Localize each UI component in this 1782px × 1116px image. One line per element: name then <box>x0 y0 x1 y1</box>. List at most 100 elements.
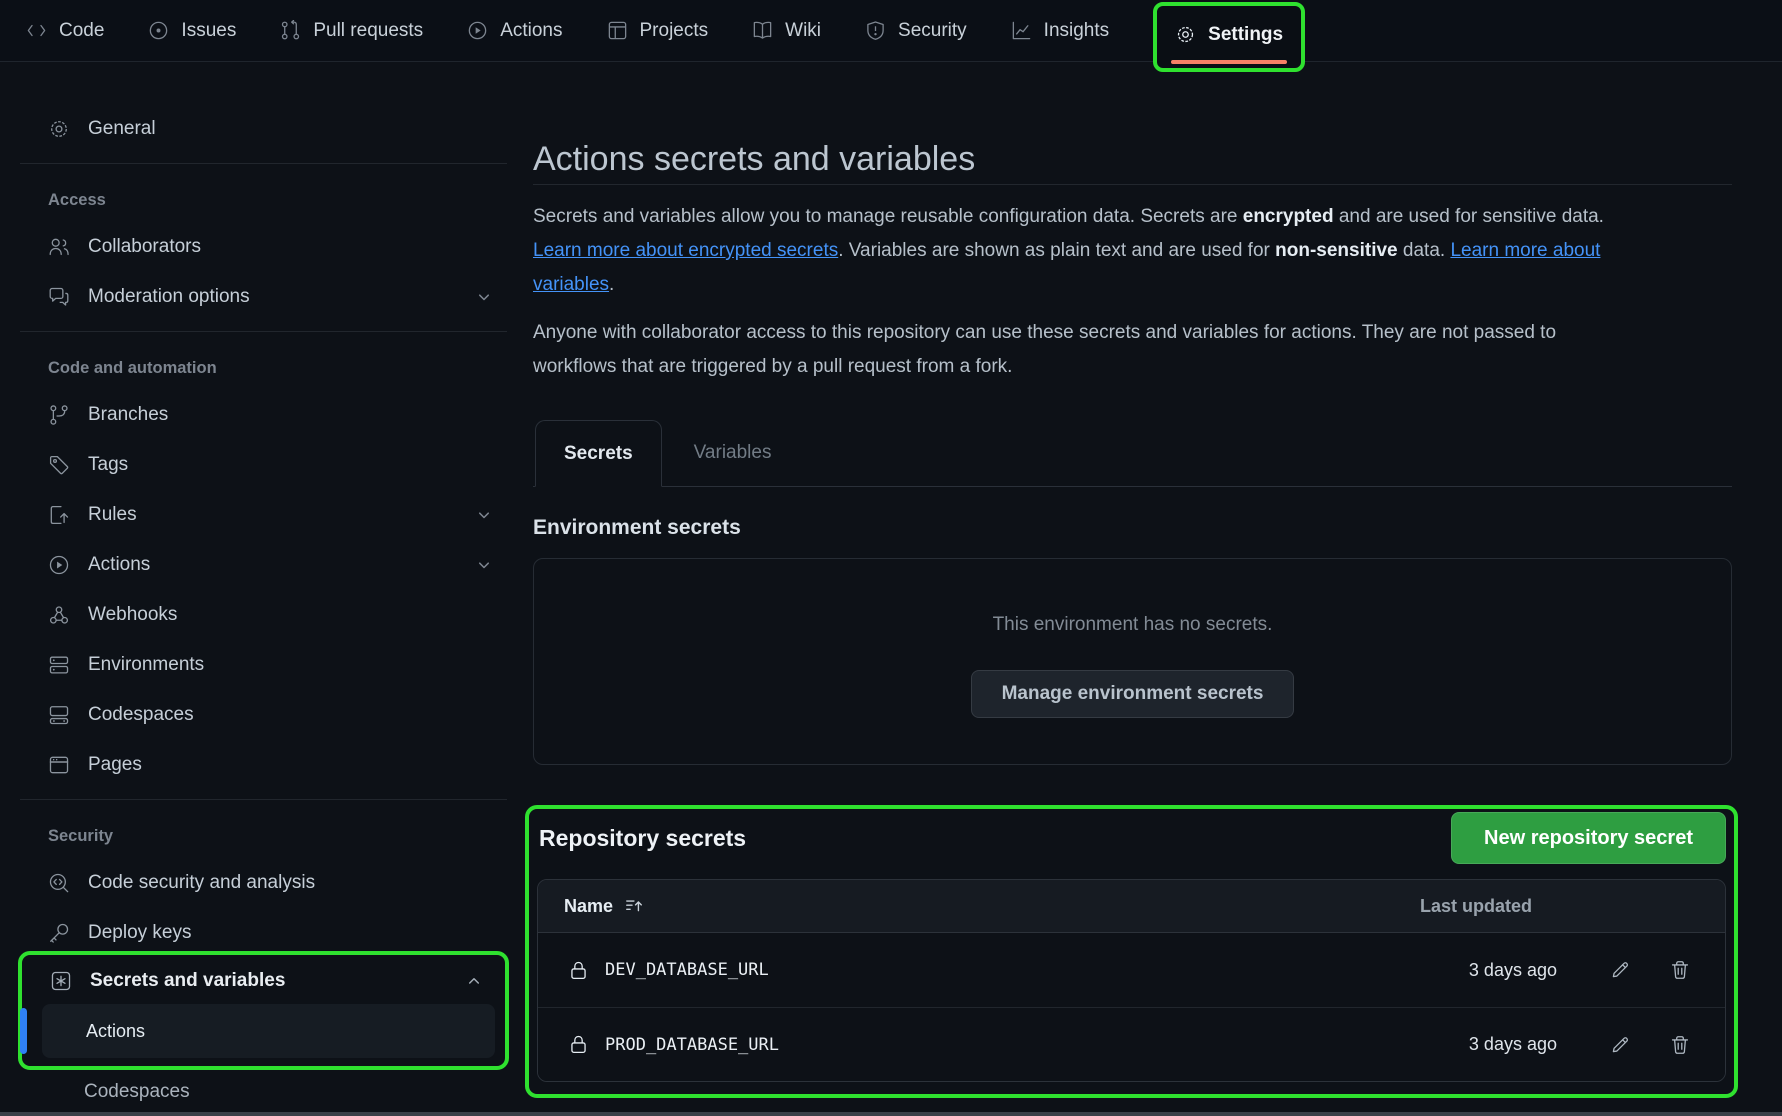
play-icon <box>48 554 70 576</box>
secret-name: PROD_DATABASE_URL <box>605 1035 779 1055</box>
settings-sidebar: General Access Collaborators Moderation … <box>20 62 507 1112</box>
nav-item-insights[interactable]: Insights <box>1011 0 1109 62</box>
sidebar-item-label: Moderation options <box>88 286 250 308</box>
repository-secrets-heading: Repository secrets <box>539 825 746 852</box>
tag-icon <box>48 454 70 476</box>
rules-icon <box>48 504 70 526</box>
intro-bold-encrypted: encrypted <box>1243 206 1334 227</box>
sidebar-item-collaborators[interactable]: Collaborators <box>20 222 507 272</box>
annotation-box-settings-tab: Settings <box>1153 2 1305 72</box>
server-icon <box>48 654 70 676</box>
sidebar-item-label: Actions <box>86 1021 145 1042</box>
tab-secrets[interactable]: Secrets <box>535 420 662 487</box>
nav-item-settings[interactable]: Settings <box>1175 6 1283 64</box>
gear-icon <box>1175 24 1196 45</box>
sidebar-subitem-codespaces[interactable]: Codespaces <box>20 1072 507 1112</box>
nav-label: Security <box>898 20 967 42</box>
intro-text: . Variables are shown as plain text and … <box>838 240 1275 261</box>
secret-last-updated: 3 days ago <box>1469 960 1557 981</box>
chevron-down-icon <box>475 506 493 524</box>
pencil-icon <box>1609 1034 1631 1056</box>
asterisk-box-icon <box>50 970 72 992</box>
nav-item-wiki[interactable]: Wiki <box>752 0 821 62</box>
delete-secret-button[interactable] <box>1665 1030 1695 1060</box>
sidebar-item-secrets-and-variables[interactable]: Secrets and variables <box>30 958 497 1004</box>
graph-icon <box>1011 20 1032 41</box>
repository-secrets-header: Repository secrets New repository secret <box>537 812 1726 864</box>
page-title: Actions secrets and variables <box>533 138 1732 180</box>
sidebar-item-environments[interactable]: Environments <box>20 640 507 690</box>
sidebar-item-branches[interactable]: Branches <box>20 390 507 440</box>
sidebar-item-webhooks[interactable]: Webhooks <box>20 590 507 640</box>
chevron-up-icon <box>465 972 483 990</box>
link-learn-more-encrypted-secrets[interactable]: Learn more about encrypted secrets <box>533 240 838 261</box>
edit-secret-button[interactable] <box>1605 955 1635 985</box>
comment-discussion-icon <box>48 286 70 308</box>
sidebar-item-label: Tags <box>88 454 128 476</box>
new-repository-secret-button[interactable]: New repository secret <box>1451 812 1726 864</box>
sidebar-item-pages[interactable]: Pages <box>20 740 507 790</box>
sidebar-divider <box>20 331 507 332</box>
sidebar-divider <box>20 799 507 800</box>
shield-icon <box>865 20 886 41</box>
sidebar-item-moderation-options[interactable]: Moderation options <box>20 272 507 322</box>
sidebar-item-general[interactable]: General <box>20 104 507 154</box>
nav-label: Issues <box>181 20 236 42</box>
sidebar-divider <box>20 163 507 164</box>
people-icon <box>48 236 70 258</box>
nav-item-security[interactable]: Security <box>865 0 967 62</box>
intro-bold-non-sensitive: non-sensitive <box>1275 240 1397 261</box>
annotation-box-secrets-and-variables: Secrets and variables Actions <box>18 951 509 1070</box>
sidebar-item-actions[interactable]: Actions <box>20 540 507 590</box>
nav-item-code[interactable]: Code <box>26 0 104 62</box>
intro-text: Secrets and variables allow you to manag… <box>533 206 1243 227</box>
name-column-header[interactable]: Name <box>564 896 644 917</box>
browser-icon <box>48 754 70 776</box>
secret-row: PROD_DATABASE_URL 3 days ago <box>538 1007 1725 1081</box>
selected-item-indicator-bar <box>20 1008 27 1054</box>
repository-secrets-table: Name Last updated DEV_DATABASE_URL 3 day… <box>537 879 1726 1082</box>
sidebar-item-codespaces[interactable]: Codespaces <box>20 690 507 740</box>
nav-label: Code <box>59 20 104 42</box>
sidebar-item-code-security-and-analysis[interactable]: Code security and analysis <box>20 858 507 908</box>
key-icon <box>48 922 70 944</box>
sidebar-item-label: Codespaces <box>84 1081 190 1103</box>
sidebar-item-rules[interactable]: Rules <box>20 490 507 540</box>
code-icon <box>26 20 47 41</box>
sidebar-subitem-actions-selected[interactable]: Actions <box>42 1004 495 1058</box>
sidebar-item-label: Webhooks <box>88 604 177 626</box>
manage-environment-secrets-button[interactable]: Manage environment secrets <box>971 670 1295 718</box>
environment-secrets-heading: Environment secrets <box>533 514 1732 542</box>
delete-secret-button[interactable] <box>1665 955 1695 985</box>
edit-secret-button[interactable] <box>1605 1030 1635 1060</box>
nav-item-projects[interactable]: Projects <box>607 0 709 62</box>
codespaces-icon <box>48 704 70 726</box>
collaborator-access-paragraph: Anyone with collaborator access to this … <box>533 316 1643 384</box>
gear-icon <box>48 118 70 140</box>
nav-label: Pull requests <box>313 20 423 42</box>
chevron-down-icon <box>475 556 493 574</box>
tab-variables[interactable]: Variables <box>662 420 804 486</box>
environment-secrets-box: This environment has no secrets. Manage … <box>533 558 1732 765</box>
top-navigation: Code Issues Pull requests Actions Projec… <box>0 0 1782 62</box>
git-branch-icon <box>48 404 70 426</box>
last-updated-column-header: Last updated <box>1420 896 1699 917</box>
nav-label: Insights <box>1044 20 1109 42</box>
sidebar-item-label: General <box>88 118 156 140</box>
chevron-down-icon <box>475 288 493 306</box>
sidebar-item-tags[interactable]: Tags <box>20 440 507 490</box>
nav-item-actions[interactable]: Actions <box>467 0 562 62</box>
secret-last-updated: 3 days ago <box>1469 1034 1557 1055</box>
issue-opened-icon <box>148 20 169 41</box>
intro-paragraph: Secrets and variables allow you to manag… <box>533 200 1643 302</box>
play-icon <box>467 20 488 41</box>
screen-bottom-edge <box>0 1112 1782 1116</box>
trash-icon <box>1669 959 1691 981</box>
intro-text: . <box>609 274 614 295</box>
book-icon <box>752 20 773 41</box>
nav-item-pull-requests[interactable]: Pull requests <box>280 0 423 62</box>
nav-label: Wiki <box>785 20 821 42</box>
sidebar-section-code-and-automation: Code and automation <box>20 346 507 390</box>
nav-item-issues[interactable]: Issues <box>148 0 236 62</box>
annotation-box-repository-secrets: Repository secrets New repository secret… <box>525 805 1738 1098</box>
